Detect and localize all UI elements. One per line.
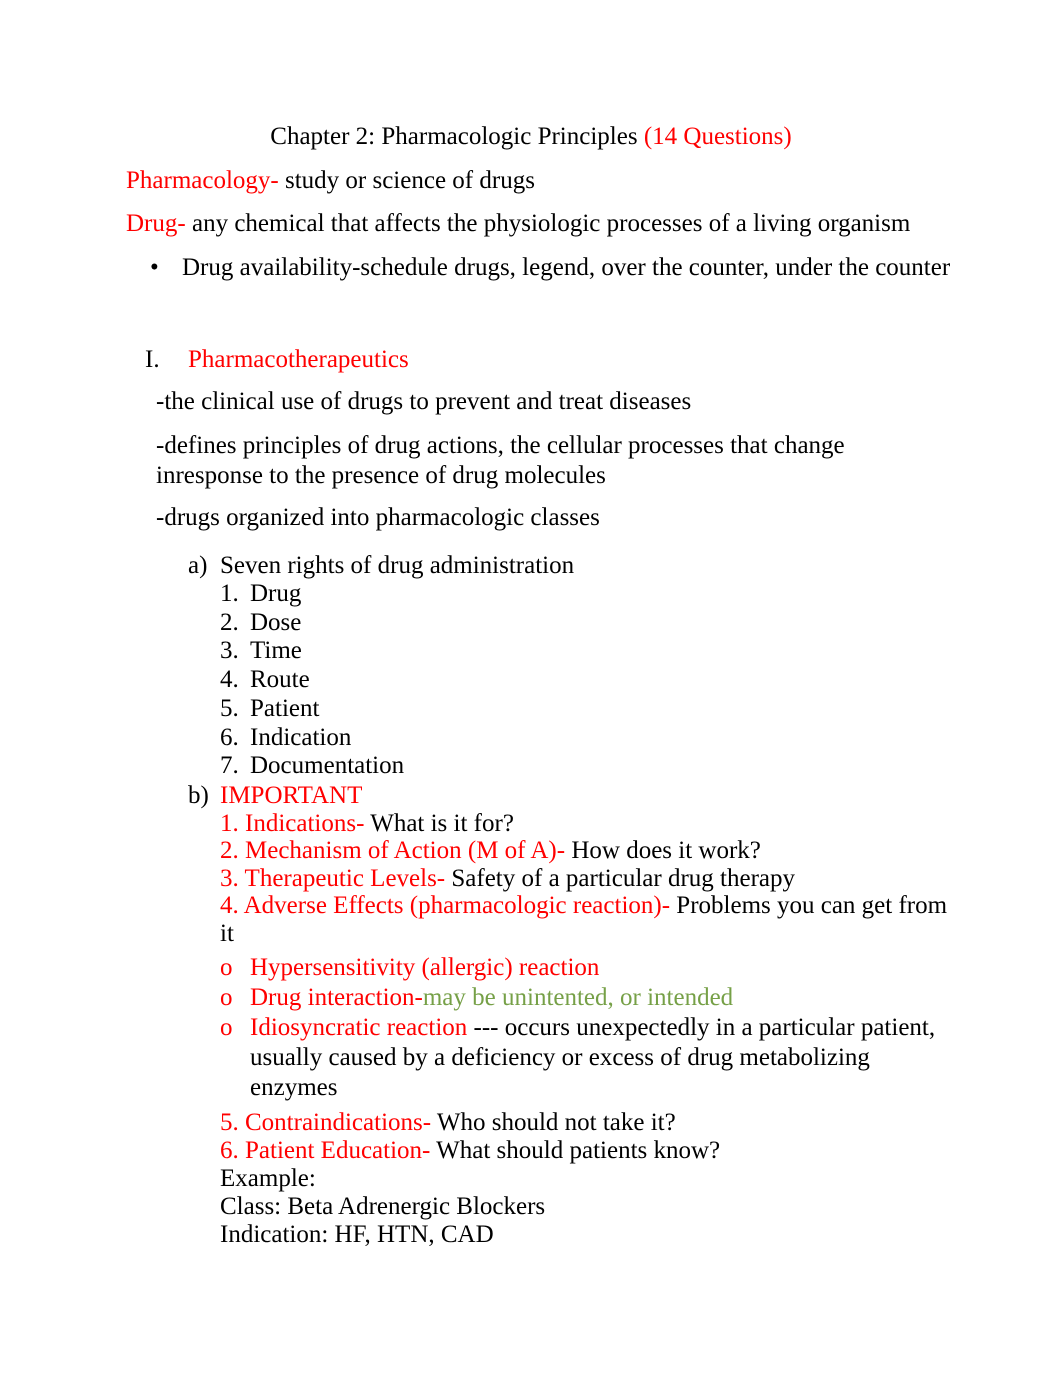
table-row: 4. Route — [0, 666, 1062, 695]
list-item-label: Drug interaction-may be unintented, or i… — [250, 983, 952, 1013]
number-marker: 7. — [220, 752, 239, 780]
list-item-drug-interaction: o Drug interaction-may be unintented, or… — [0, 983, 1062, 1013]
list-item-label: Time — [250, 637, 302, 665]
important-point: 6. Patient Education- What should patien… — [220, 1137, 952, 1165]
alpha-marker-a: a) — [188, 552, 208, 579]
list-item-label: Drug availability-schedule drugs, legend… — [182, 254, 951, 281]
list-item-label: Seven rights of drug administration — [220, 552, 575, 579]
seven-rights-list: 1. Drug 2. Dose 3. Time 4. Route 5. Pati… — [0, 580, 1062, 781]
example-line: Example: — [220, 1165, 316, 1193]
section-heading-pharmacotherapeutics: I. Pharmacotherapeutics — [0, 283, 1062, 375]
o-bullet-icon: o — [220, 1014, 233, 1042]
definition-pharmacology: Pharmacology- study or science of drugs — [0, 152, 1062, 196]
important-point-term: 6. Patient Education- — [220, 1137, 431, 1165]
number-marker: 4. — [220, 666, 239, 694]
important-point-term: 5. Contraindications- — [220, 1109, 432, 1137]
section-note-1: -the clinical use of drugs to prevent an… — [156, 388, 692, 415]
list-item-label: Route — [250, 666, 310, 694]
list-item-label: Patient — [250, 694, 320, 722]
important-point-term: 4. Adverse Effects (pharmacologic reacti… — [220, 892, 671, 920]
o-bullet-icon: o — [220, 954, 233, 982]
important-point: 2. Mechanism of Action (M of A)- How doe… — [220, 837, 952, 865]
page-title-question-count: (14 Questions) — [643, 123, 792, 150]
list-item-label: Idiosyncratic reaction --- occurs unexpe… — [250, 1013, 952, 1103]
list-item-seven-rights: a) Seven rights of drug administration — [0, 533, 1062, 580]
number-marker: 5. — [220, 694, 239, 722]
important-point: 4. Adverse Effects (pharmacologic reacti… — [220, 892, 952, 947]
roman-numeral-marker: I. — [145, 346, 160, 373]
list-item-label: Documentation — [250, 752, 405, 780]
definition-drug: Drug- any chemical that affects the phys… — [0, 196, 1062, 239]
list-item-label: Dose — [250, 608, 302, 636]
list-item-label: Drug — [250, 580, 302, 607]
table-row: 5. Patient — [0, 695, 1062, 724]
definition-term-drug: Drug- — [126, 210, 186, 237]
table-row: 6. Indication — [0, 724, 1062, 753]
list-item-idiosyncratic-reaction: o Idiosyncratic reaction --- occurs unex… — [0, 1013, 1062, 1103]
important-point-term: 1. Indications- — [220, 809, 365, 837]
list-item-important: b) IMPORTANT — [0, 781, 1062, 810]
o-bullet-icon: o — [220, 984, 233, 1012]
important-point: 1. Indications- What is it for? — [220, 810, 952, 838]
important-point-term: 3. Therapeutic Levels- — [220, 864, 446, 892]
important-points-tail-list: 5. Contraindications- Who should not tak… — [0, 1103, 1062, 1249]
section-note-2: -defines principles of drug actions, the… — [156, 432, 845, 489]
important-point-text: Safety of a particular drug therapy — [445, 864, 795, 892]
table-row: 2. Dose — [0, 609, 1062, 638]
important-point-text: Who should not take it? — [431, 1109, 676, 1137]
section-note-3: -drugs organized into pharmacologic clas… — [156, 504, 600, 531]
important-point-text: What should patients know? — [430, 1137, 721, 1165]
list-item-drug-availability: • Drug availability-schedule drugs, lege… — [0, 239, 1062, 283]
table-row: 3. Time — [0, 637, 1062, 666]
reaction-term: Drug interaction- — [250, 984, 423, 1012]
document-page: Chapter 2: Pharmacologic Principles (14 … — [0, 0, 1062, 1377]
important-point-text: What is it for? — [364, 809, 514, 837]
important-point-term: 2. Mechanism of Action (M of A)- — [220, 837, 566, 865]
example-line: Indication: HF, HTN, CAD — [220, 1221, 494, 1249]
number-marker: 2. — [220, 608, 239, 636]
number-marker: 1. — [220, 580, 239, 607]
important-point: 3. Therapeutic Levels- Safety of a parti… — [220, 865, 952, 893]
definition-text-pharmacology: study or science of drugs — [278, 167, 535, 194]
disc-bullet-icon: • — [150, 254, 159, 281]
list-item-label: IMPORTANT — [220, 781, 363, 809]
number-marker: 3. — [220, 637, 239, 665]
list-item-label: Indication — [250, 723, 352, 751]
list-item-label: Hypersensitivity (allergic) reaction — [250, 953, 952, 983]
table-row: 7. Documentation — [0, 752, 1062, 781]
alpha-marker-b: b) — [188, 781, 209, 809]
table-row: 1. Drug — [0, 580, 1062, 609]
definition-term-pharmacology: Pharmacology- — [126, 167, 279, 194]
important-point: 5. Contraindications- Who should not tak… — [220, 1109, 952, 1137]
section-heading-label: Pharmacotherapeutics — [188, 346, 409, 373]
definition-text-drug: any chemical that affects the physiologi… — [185, 210, 911, 237]
example-line: Class: Beta Adrenergic Blockers — [220, 1193, 546, 1221]
reaction-term: Hypersensitivity (allergic) reaction — [250, 954, 600, 982]
number-marker: 6. — [220, 723, 239, 751]
important-points-list: 1. Indications- What is it for? 2. Mecha… — [0, 810, 1062, 948]
list-item-hypersensitivity: o Hypersensitivity (allergic) reaction — [0, 947, 1062, 983]
important-point-text: How does it work? — [565, 837, 761, 865]
page-title: Chapter 2: Pharmacologic Principles (14 … — [0, 0, 1062, 152]
page-title-main: Chapter 2: Pharmacologic Principles — [270, 123, 644, 150]
reaction-term: Idiosyncratic reaction — [250, 1014, 468, 1042]
reaction-note: may be unintented, or intended — [422, 984, 734, 1012]
